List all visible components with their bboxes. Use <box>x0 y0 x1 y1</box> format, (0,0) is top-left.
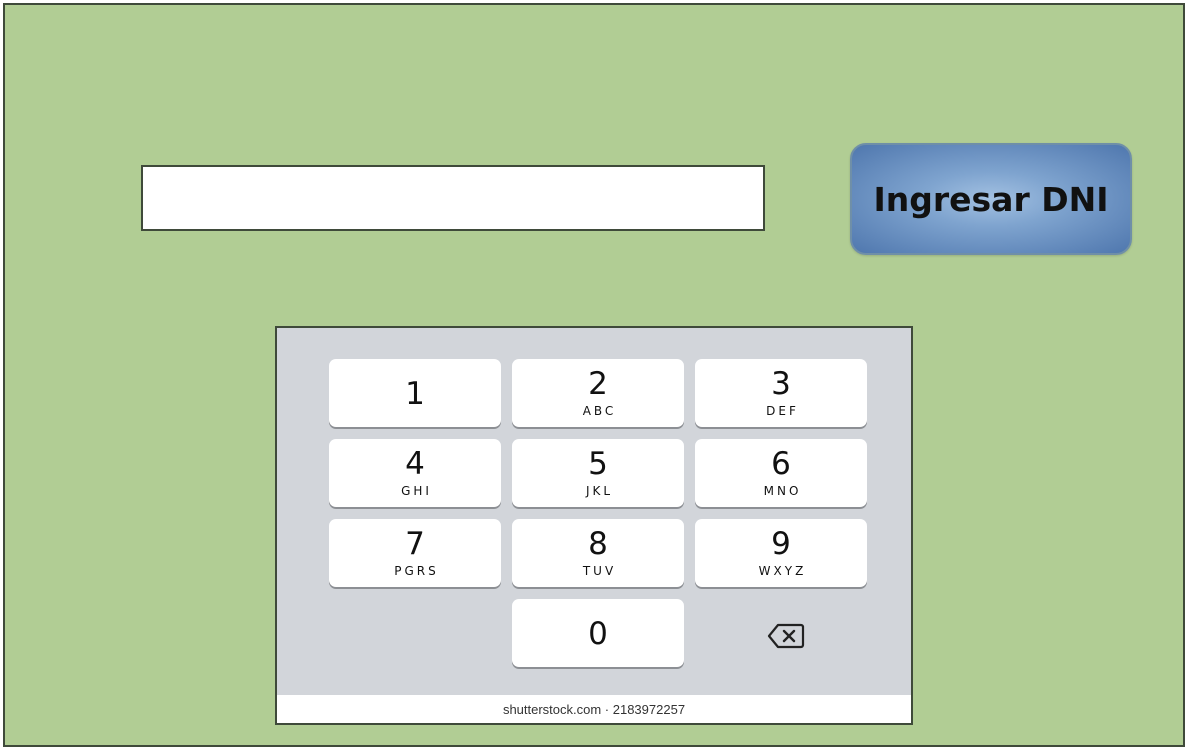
backspace-icon[interactable] <box>761 619 811 653</box>
key-0[interactable]: 0 <box>512 599 684 667</box>
key-letters: PGRS <box>394 563 439 578</box>
numeric-keypad: 1 2 ABC 3 DEF 4 GHI 5 JKL 6 MNO 7 PGRS 8… <box>275 326 913 725</box>
key-6[interactable]: 6 MNO <box>695 439 867 507</box>
key-9[interactable]: 9 WXYZ <box>695 519 867 587</box>
key-8[interactable]: 8 TUV <box>512 519 684 587</box>
key-letters: WXYZ <box>758 563 807 578</box>
watermark-text: shutterstock.com · 2183972257 <box>502 701 686 717</box>
key-digit: 8 <box>588 525 608 562</box>
key-digit: 7 <box>405 525 425 562</box>
app-frame: Ingresar DNI 1 2 ABC 3 DEF 4 GHI 5 JKL 6… <box>3 3 1185 747</box>
key-4[interactable]: 4 GHI <box>329 439 501 507</box>
key-2[interactable]: 2 ABC <box>512 359 684 427</box>
key-7[interactable]: 7 PGRS <box>329 519 501 587</box>
key-digit: 4 <box>405 445 425 482</box>
key-digit: 0 <box>588 615 608 652</box>
key-digit: 6 <box>771 445 791 482</box>
key-letters: JKL <box>585 483 614 498</box>
key-digit: 5 <box>588 445 608 482</box>
key-digit: 1 <box>405 375 425 412</box>
watermark-bar: shutterstock.com · 2183972257 <box>277 695 911 723</box>
dni-input[interactable] <box>141 165 765 231</box>
key-letters: GHI <box>401 483 432 498</box>
key-3[interactable]: 3 DEF <box>695 359 867 427</box>
key-digit: 2 <box>588 365 608 402</box>
key-letters: MNO <box>763 483 802 498</box>
key-5[interactable]: 5 JKL <box>512 439 684 507</box>
key-letters: DEF <box>766 403 799 418</box>
key-digit: 9 <box>771 525 791 562</box>
key-digit: 3 <box>771 365 791 402</box>
ingresar-dni-button[interactable]: Ingresar DNI <box>850 143 1132 255</box>
key-1[interactable]: 1 <box>329 359 501 427</box>
key-letters: TUV <box>582 563 617 578</box>
key-letters: ABC <box>582 403 617 418</box>
